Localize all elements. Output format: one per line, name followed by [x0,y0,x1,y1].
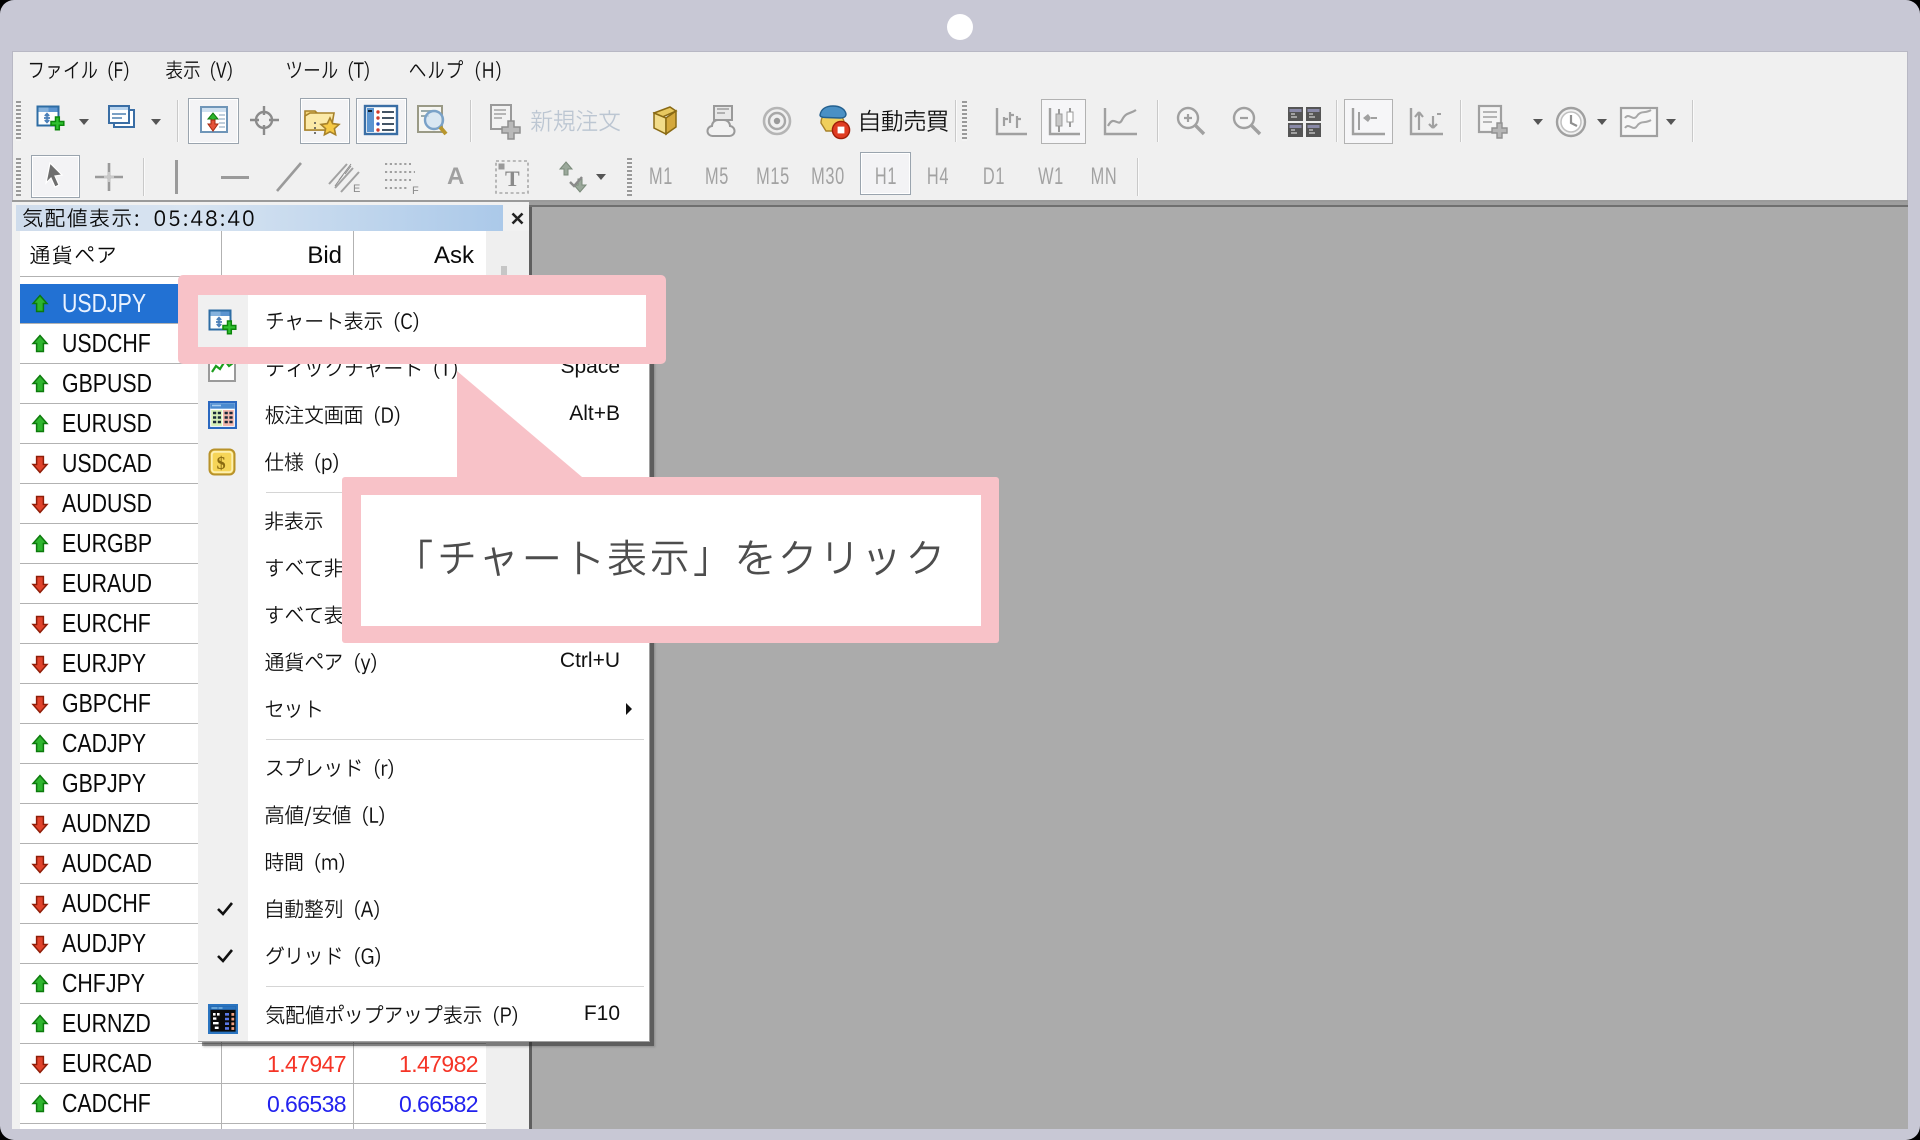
svg-text:E: E [353,183,360,195]
svg-text:T: T [505,166,520,191]
svg-text:$: $ [217,453,226,473]
svg-text:F: F [412,185,419,196]
